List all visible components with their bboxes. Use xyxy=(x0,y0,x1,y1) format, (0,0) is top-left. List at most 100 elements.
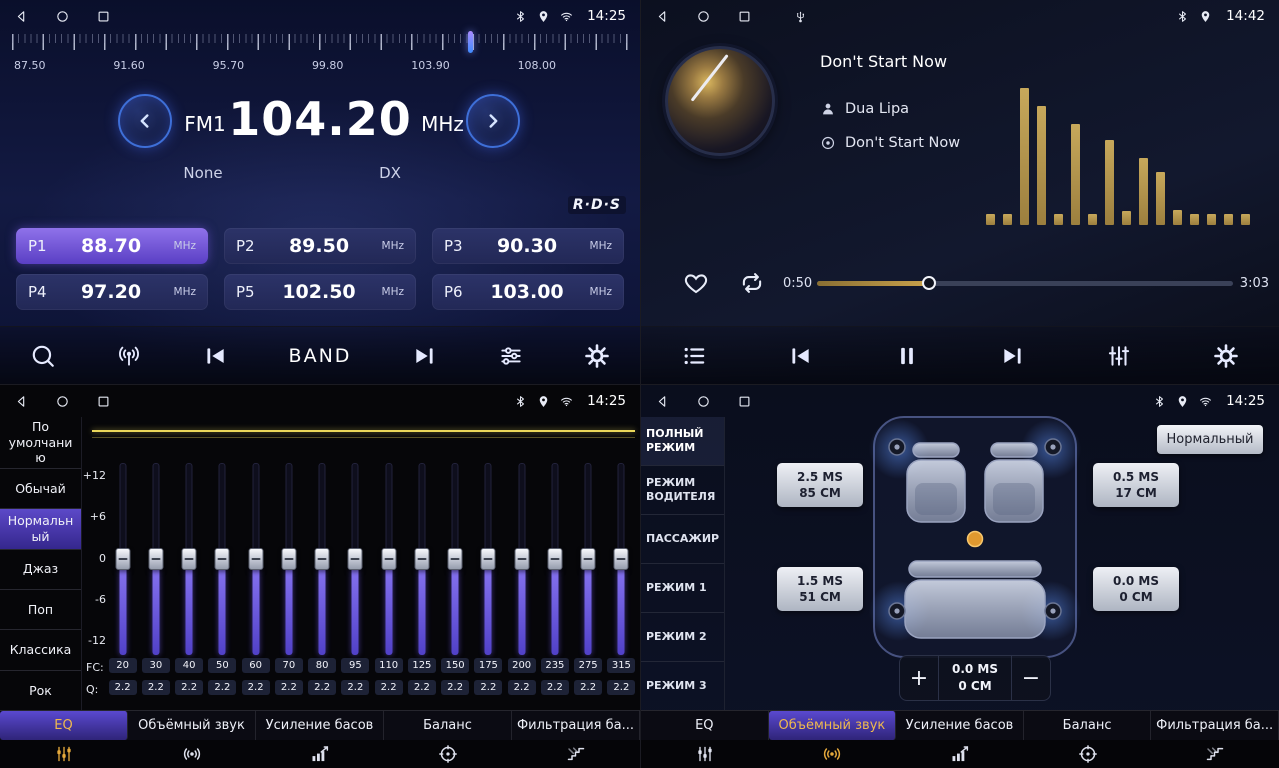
eq-band-slider-150[interactable] xyxy=(439,463,472,655)
eq-band-slider-175[interactable] xyxy=(472,463,505,655)
tab-eq[interactable]: EQ xyxy=(0,711,128,740)
back-icon[interactable] xyxy=(655,394,670,409)
slider-knob[interactable] xyxy=(581,548,596,570)
eq-icon[interactable] xyxy=(695,744,715,764)
broadcast-icon[interactable] xyxy=(116,343,142,369)
slider-knob[interactable] xyxy=(115,548,130,570)
delay-decrease-button[interactable]: − xyxy=(1012,656,1050,700)
eq-band-slider-30[interactable] xyxy=(139,463,172,655)
delay-front-left[interactable]: 2.5 MS85 CM xyxy=(777,463,863,507)
tab-icon-cell-balance[interactable] xyxy=(384,740,512,768)
slider-knob[interactable] xyxy=(182,548,197,570)
slider-knob[interactable] xyxy=(348,548,363,570)
back-icon[interactable] xyxy=(14,9,29,24)
prev-icon[interactable] xyxy=(787,343,813,369)
next-icon[interactable] xyxy=(1000,343,1026,369)
recents-icon[interactable] xyxy=(96,394,111,409)
band-button[interactable]: BAND xyxy=(289,345,352,367)
home-icon[interactable] xyxy=(696,9,711,24)
surround-icon[interactable] xyxy=(182,744,202,764)
slider-knob[interactable] xyxy=(248,548,263,570)
eq-band-slider-95[interactable] xyxy=(339,463,372,655)
filter-icon[interactable] xyxy=(566,744,586,764)
eq-preset-0[interactable]: По умолчанию xyxy=(0,417,81,469)
eq-sliders-icon[interactable] xyxy=(498,343,524,369)
preset-normal-button[interactable]: Нормальный xyxy=(1157,425,1263,454)
frequency-scale[interactable]: 87.5091.6095.7099.80103.90108.00 xyxy=(12,34,628,82)
mixer-icon[interactable] xyxy=(1106,343,1132,369)
tab-icon-cell-surround[interactable] xyxy=(128,740,256,768)
search-icon[interactable] xyxy=(30,343,56,369)
delay-rear-right[interactable]: 0.0 MS0 CM xyxy=(1093,567,1179,611)
surround-icon[interactable] xyxy=(822,744,842,764)
eq-band-slider-80[interactable] xyxy=(306,463,339,655)
settings-icon[interactable] xyxy=(1213,343,1239,369)
tab-bass[interactable]: Усиление басов xyxy=(256,711,384,740)
tab-surround[interactable]: Объёмный звук xyxy=(128,711,256,740)
surround-mode-0[interactable]: ПОЛНЫЙ РЕЖИМ xyxy=(641,417,724,466)
eq-preset-2[interactable]: Нормальный xyxy=(0,509,81,549)
eq-band-slider-60[interactable] xyxy=(239,463,272,655)
slider-knob[interactable] xyxy=(547,548,562,570)
back-icon[interactable] xyxy=(655,9,670,24)
balance-icon[interactable] xyxy=(1078,744,1098,764)
eq-band-slider-315[interactable] xyxy=(605,463,638,655)
slider-knob[interactable] xyxy=(414,548,429,570)
home-icon[interactable] xyxy=(55,9,70,24)
tab-icon-cell-filter[interactable] xyxy=(1151,740,1279,768)
recents-icon[interactable] xyxy=(737,9,752,24)
balance-icon[interactable] xyxy=(438,744,458,764)
eq-band-slider-110[interactable] xyxy=(372,463,405,655)
tab-balance[interactable]: Баланс xyxy=(1024,711,1152,740)
tab-eq[interactable]: EQ xyxy=(641,711,769,740)
tab-icon-cell-eq[interactable] xyxy=(0,740,128,768)
tab-icon-cell-bass[interactable] xyxy=(256,740,384,768)
home-icon[interactable] xyxy=(696,394,711,409)
eq-preset-1[interactable]: Обычай xyxy=(0,469,81,509)
prev-icon[interactable] xyxy=(202,343,228,369)
tab-icon-cell-balance[interactable] xyxy=(1024,740,1152,768)
delay-rear-left[interactable]: 1.5 MS51 CM xyxy=(777,567,863,611)
tab-bass[interactable]: Усиление басов xyxy=(896,711,1024,740)
eq-preset-3[interactable]: Джаз xyxy=(0,550,81,590)
tuning-indicator[interactable] xyxy=(468,31,473,53)
eq-band-slider-70[interactable] xyxy=(272,463,305,655)
pause-icon[interactable] xyxy=(894,343,920,369)
slider-knob[interactable] xyxy=(315,548,330,570)
tab-surround[interactable]: Объёмный звук xyxy=(769,711,897,740)
tab-icon-cell-eq[interactable] xyxy=(641,740,769,768)
eq-band-slider-125[interactable] xyxy=(405,463,438,655)
delay-front-right[interactable]: 0.5 MS17 CM xyxy=(1093,463,1179,507)
eq-band-slider-235[interactable] xyxy=(538,463,571,655)
preset-p3[interactable]: P390.30MHz xyxy=(432,228,624,264)
progress-knob[interactable] xyxy=(922,276,936,290)
surround-mode-5[interactable]: РЕЖИМ 3 xyxy=(641,662,724,711)
album-art[interactable] xyxy=(665,46,775,156)
slider-knob[interactable] xyxy=(148,548,163,570)
surround-mode-2[interactable]: ПАССАЖИР xyxy=(641,515,724,564)
preset-p4[interactable]: P497.20MHz xyxy=(16,274,208,310)
preset-p1[interactable]: P188.70MHz xyxy=(16,228,208,264)
progress-bar[interactable] xyxy=(817,281,1233,286)
slider-knob[interactable] xyxy=(514,548,529,570)
back-icon[interactable] xyxy=(14,394,29,409)
eq-band-slider-200[interactable] xyxy=(505,463,538,655)
slider-knob[interactable] xyxy=(381,548,396,570)
preset-p2[interactable]: P289.50MHz xyxy=(224,228,416,264)
slider-knob[interactable] xyxy=(281,548,296,570)
tab-icon-cell-filter[interactable] xyxy=(512,740,640,768)
recents-icon[interactable] xyxy=(96,9,111,24)
filter-icon[interactable] xyxy=(1205,744,1225,764)
preset-p6[interactable]: P6103.00MHz xyxy=(432,274,624,310)
eq-icon[interactable] xyxy=(54,744,74,764)
bass-icon[interactable] xyxy=(310,744,330,764)
tab-icon-cell-surround[interactable] xyxy=(769,740,897,768)
surround-mode-1[interactable]: РЕЖИМ ВОДИТЕЛЯ xyxy=(641,466,724,515)
eq-preset-4[interactable]: Поп xyxy=(0,590,81,630)
repeat-button[interactable] xyxy=(739,270,765,296)
tab-filter[interactable]: Фильтрация ба... xyxy=(1151,711,1279,740)
slider-knob[interactable] xyxy=(614,548,629,570)
tab-icon-cell-bass[interactable] xyxy=(896,740,1024,768)
slider-knob[interactable] xyxy=(215,548,230,570)
delay-increase-button[interactable]: + xyxy=(900,656,938,700)
